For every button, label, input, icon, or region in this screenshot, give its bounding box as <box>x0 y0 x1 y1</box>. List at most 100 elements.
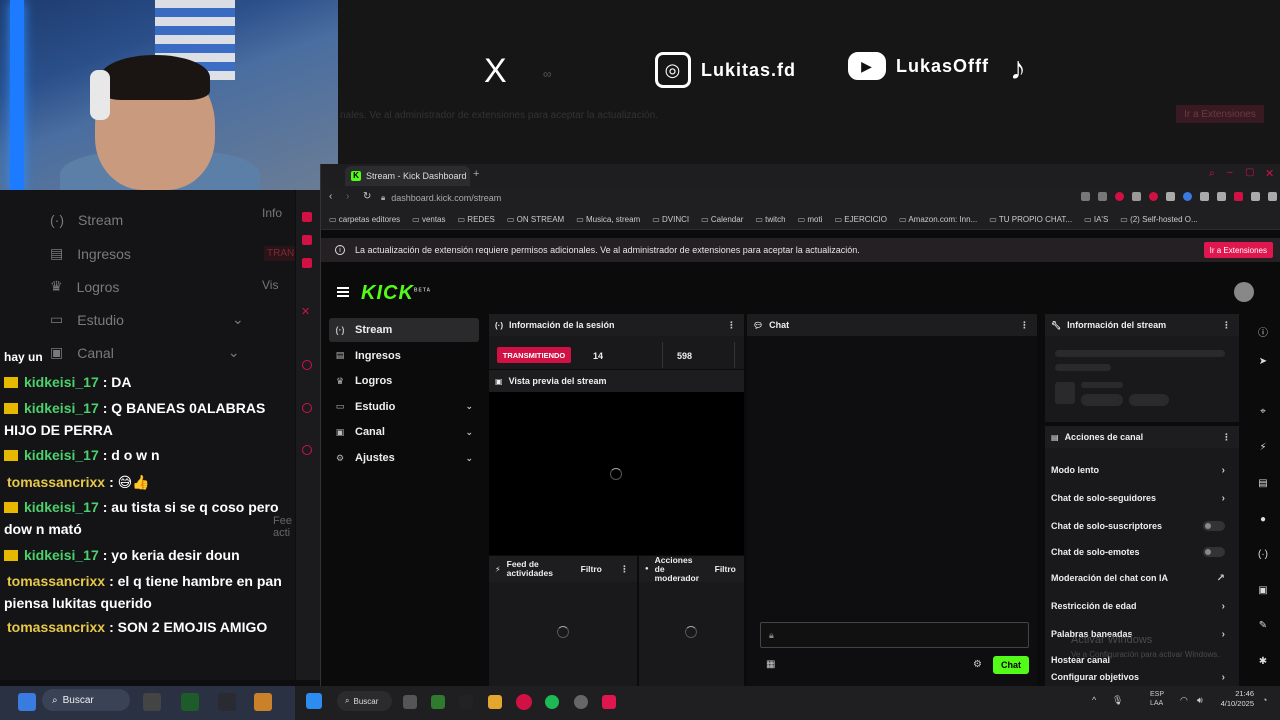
bookmark-item[interactable]: ▭ carpetas editores <box>329 215 400 224</box>
bookmark-item[interactable]: ▭ DVINCI <box>652 215 689 224</box>
minecraft-icon[interactable] <box>181 693 199 711</box>
extension-icon[interactable] <box>1217 192 1226 201</box>
channel-action-item[interactable]: Chat de solo-suscriptores <box>1051 514 1229 538</box>
extensions-button[interactable]: Ir a Extensiones <box>1203 242 1273 258</box>
reload-icon[interactable]: ↻ <box>363 191 371 202</box>
bookmark-item[interactable]: ▭ ventas <box>412 215 445 224</box>
nav-item-estudio[interactable]: ▭ Estudio ⌄ <box>329 395 479 419</box>
broadcast-icon[interactable]: (·) <box>1256 549 1270 563</box>
pointer-icon[interactable]: ➤ <box>1256 356 1270 370</box>
more-icon[interactable]: ⋮ <box>620 564 629 575</box>
mod-filter-button[interactable]: Filtro <box>715 564 736 574</box>
bookmark-item[interactable]: ▭ REDES <box>458 215 495 224</box>
chat-username[interactable]: kidkeisi_17 <box>24 400 99 416</box>
extension-icon[interactable] <box>1149 192 1158 201</box>
channel-action-item[interactable]: Chat de solo-seguidores › <box>1051 486 1229 510</box>
download-icon[interactable] <box>1251 192 1260 201</box>
extension-icon[interactable] <box>1098 192 1107 201</box>
chat-username[interactable]: tomassancrixx <box>7 573 105 589</box>
bookmark-item[interactable]: ▭ Calendar <box>701 215 743 224</box>
channel-action-item[interactable]: Configurar objetivos › <box>1051 672 1229 686</box>
share-icon[interactable]: ✱ <box>1256 656 1270 670</box>
store-icon[interactable]: ▦ <box>766 659 775 670</box>
nav-item-logros[interactable]: ♛ Logros <box>329 369 479 393</box>
chat-username[interactable]: tomassancrixx <box>7 474 105 490</box>
channel-action-item[interactable]: Moderación del chat con IA ↗ <box>1051 566 1229 590</box>
profile-avatar[interactable] <box>1234 282 1254 302</box>
extension-icon[interactable] <box>1234 192 1243 201</box>
bookmark-item[interactable]: ▭ Amazon.com: Inn... <box>899 215 977 224</box>
tray-chevron-icon[interactable]: ^ <box>1092 695 1096 705</box>
bookmark-item[interactable]: ▭ moti <box>798 215 823 224</box>
opera-icon[interactable] <box>516 694 532 710</box>
taskview-icon[interactable] <box>403 695 417 709</box>
kick-logo[interactable]: KICKBETA <box>361 282 431 305</box>
sidebar-app-icon[interactable] <box>302 360 312 370</box>
app-icon[interactable] <box>218 693 236 711</box>
minimize-icon[interactable]: – <box>1227 167 1233 178</box>
bookmark-item[interactable]: ▭ Musica, stream <box>576 215 640 224</box>
folder-icon[interactable] <box>488 695 502 709</box>
notification-icon[interactable]: ◔ <box>1262 695 1267 705</box>
forward-icon[interactable]: › <box>346 191 349 202</box>
clock[interactable]: 21:46 4/10/2025 <box>1214 689 1254 709</box>
channel-action-item[interactable]: Chat de solo-emotes <box>1051 540 1229 564</box>
hamburger-menu-icon[interactable] <box>337 287 349 297</box>
chat-username[interactable]: kidkeisi_17 <box>24 499 99 515</box>
wifi-icon[interactable]: ◠ <box>1180 695 1188 706</box>
app-icon[interactable] <box>459 695 473 709</box>
bookmark-item[interactable]: ▭ (2) Self-hosted O... <box>1120 215 1197 224</box>
chat-bubble-icon[interactable]: ● <box>1256 514 1270 528</box>
nav-item-stream[interactable]: (·) Stream <box>329 318 479 342</box>
tiktok-studio-icon[interactable] <box>602 695 616 709</box>
close-icon[interactable]: ✕ <box>1265 167 1274 180</box>
nav-item-ajustes[interactable]: ⚙ Ajustes ⌄ <box>329 446 479 470</box>
extension-icon[interactable] <box>1183 192 1192 201</box>
info-icon[interactable]: ⓘ <box>1256 324 1270 339</box>
x-sidebar-icon[interactable]: ✕ <box>301 305 310 318</box>
wrench-icon[interactable]: ✎ <box>1256 620 1270 634</box>
more-icon[interactable]: ⋮ <box>1222 320 1231 331</box>
nav-item-ingresos[interactable]: ▤ Ingresos <box>329 344 479 368</box>
bookmark-item[interactable]: ▭ ON STREAM <box>507 215 564 224</box>
maximize-icon[interactable]: ▢ <box>1245 167 1254 178</box>
obs-icon[interactable] <box>574 695 588 709</box>
chat-username[interactable]: kidkeisi_17 <box>24 374 99 390</box>
tab-kick-dashboard[interactable]: K Stream - Kick Dashboard <box>345 166 470 186</box>
chat-username[interactable]: kidkeisi_17 <box>24 447 99 463</box>
gear-icon[interactable]: ⚙ <box>973 659 982 670</box>
sidebar-app-icon[interactable] <box>302 403 312 413</box>
toggle-switch[interactable] <box>1203 547 1225 557</box>
sidebar-app-icon[interactable] <box>302 212 312 222</box>
sidebar-app-icon[interactable] <box>302 258 312 268</box>
url-field[interactable]: 🔒︎ dashboard.kick.com/stream <box>381 189 1081 207</box>
more-icon[interactable]: ⋮ <box>1020 320 1029 331</box>
volume-icon[interactable]: 🔊︎ <box>1197 695 1203 706</box>
chat-username[interactable]: kidkeisi_17 <box>24 547 99 563</box>
extension-icon[interactable] <box>1081 192 1090 201</box>
back-icon[interactable]: ‹ <box>329 191 332 202</box>
new-tab-icon[interactable]: + <box>473 168 479 180</box>
extension-icon[interactable] <box>1166 192 1175 201</box>
chat-input[interactable]: 🔒︎ <box>760 622 1029 648</box>
nav-item-canal[interactable]: ▣ Canal ⌄ <box>329 420 479 444</box>
bolt-icon[interactable]: ⚡︎ <box>1256 442 1270 456</box>
bookmark-item[interactable]: ▭ IA'S <box>1084 215 1108 224</box>
channel-action-item[interactable]: Modo lento › <box>1051 458 1229 482</box>
folder-icon[interactable] <box>254 693 272 711</box>
windows-start-icon[interactable] <box>18 693 36 711</box>
panel-icon[interactable]: ▣ <box>1256 585 1270 599</box>
bookmark-item[interactable]: ▭ TU PROPIO CHAT... <box>989 215 1072 224</box>
feed-filter-button[interactable]: Filtro <box>581 564 602 574</box>
more-icon[interactable]: ⋮ <box>727 320 736 331</box>
channel-action-item[interactable]: Restricción de edad › <box>1051 594 1229 618</box>
windows-start-icon[interactable] <box>306 693 322 709</box>
minecraft-icon[interactable] <box>431 695 445 709</box>
extension-icon[interactable] <box>1115 192 1124 201</box>
settings-sidebar-icon[interactable] <box>302 445 312 455</box>
chat-send-button[interactable]: Chat <box>993 656 1029 674</box>
more-icon[interactable]: ⋮ <box>1222 432 1231 443</box>
taskbar-search-left[interactable]: ⌕ Buscar <box>42 689 130 711</box>
extension-icon[interactable] <box>1200 192 1209 201</box>
toggle-switch[interactable] <box>1203 521 1225 531</box>
